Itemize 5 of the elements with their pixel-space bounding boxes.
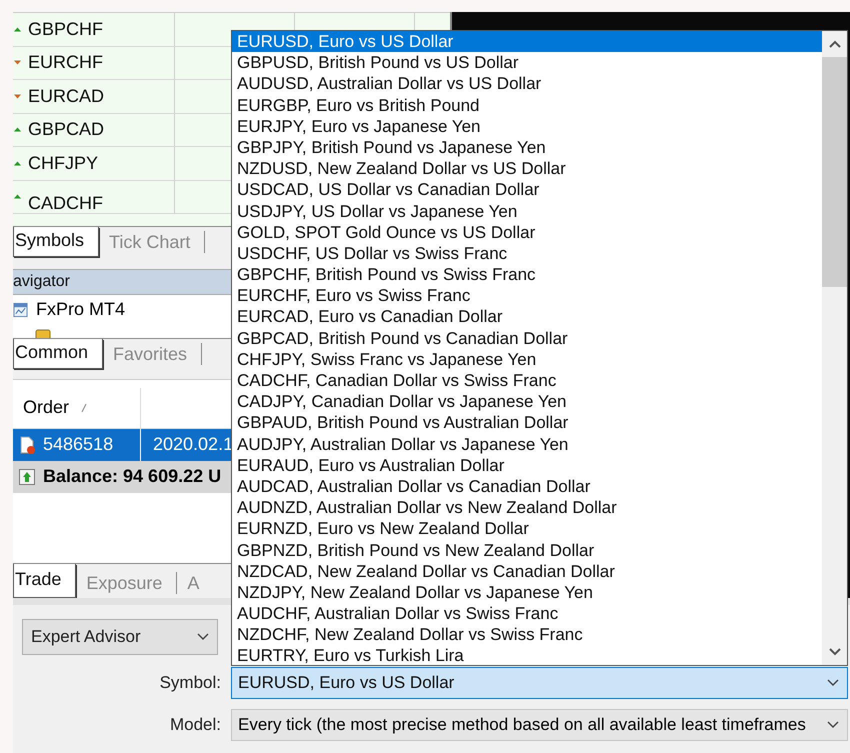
table-cell: 5486518 (43, 434, 114, 456)
field-label: Symbol: (158, 673, 221, 693)
field-label: Model: (168, 715, 221, 735)
table-cell: 2020.02.1 (153, 434, 234, 454)
table-cell: Balance: 94 609.22 U (43, 466, 222, 488)
